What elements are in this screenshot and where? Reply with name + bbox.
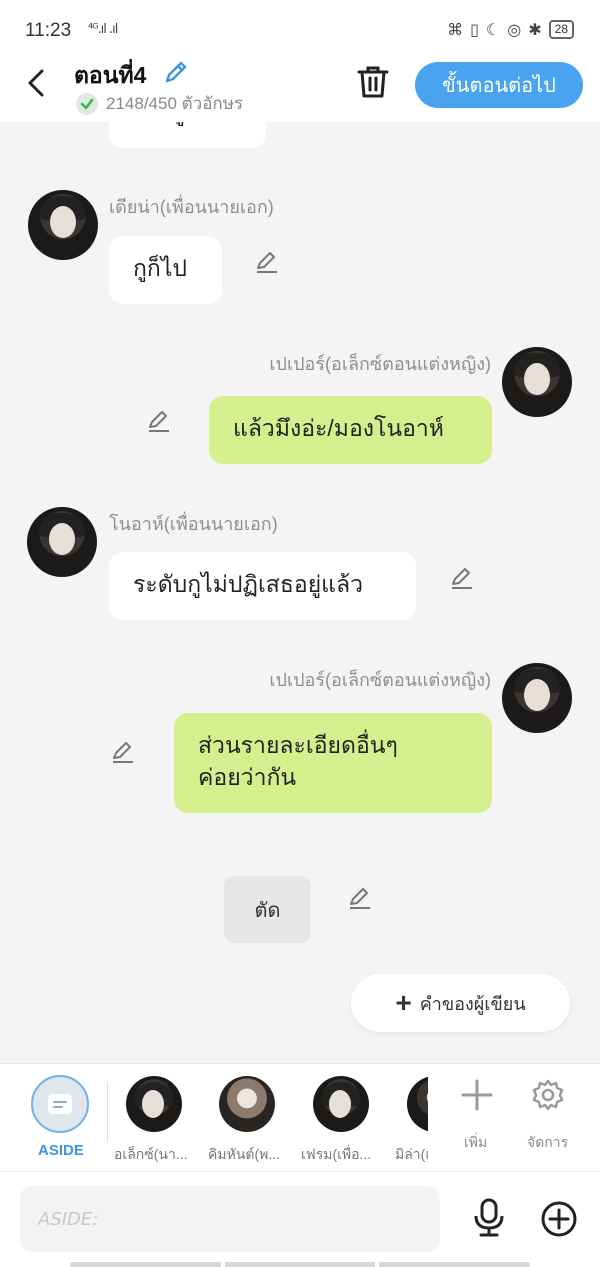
- edit-pencil-icon[interactable]: [110, 739, 136, 765]
- avatar[interactable]: [502, 347, 572, 417]
- message-bubble[interactable]: ส่วนรายละเอียดอื่นๆ ค่อยว่ากัน: [174, 713, 492, 813]
- edit-pencil-icon[interactable]: [146, 408, 172, 434]
- bluetooth-icon: ✱: [528, 20, 542, 39]
- aside-button[interactable]: [31, 1075, 89, 1133]
- aside-icon: [48, 1094, 72, 1114]
- lock-rotation-icon: ◎: [507, 20, 522, 39]
- character-name: คิมหันต์(พ...: [208, 1146, 281, 1162]
- avatar[interactable]: [27, 507, 97, 577]
- compose-bar: [0, 1171, 600, 1267]
- plus-icon: +: [395, 987, 412, 1018]
- signal-icon: ⁴ᴳ.ıl .ıl: [88, 22, 118, 37]
- check-icon: [76, 92, 98, 115]
- speaker-name: เปเปอร์(อเล็กซ์ตอนแต่งหญิง): [269, 354, 491, 374]
- status-icons: ⌘ ▯ ☾ ◎ ✱ 28: [447, 20, 574, 39]
- microphone-icon[interactable]: [470, 1198, 508, 1238]
- message-bubble[interactable]: กูก็ไป: [109, 236, 222, 304]
- character-name: มิล่า(เ: [395, 1146, 428, 1162]
- status-bar: 11:23 ⁴ᴳ.ıl .ıl ⌘ ▯ ☾ ◎ ✱ 28: [0, 0, 600, 56]
- message-bubble[interactable]: เชยดูแล้ว: [109, 122, 266, 148]
- chat-area: เชยดูแล้ว เดียน่า(เพื่อนนายเอก) กูก็ไป เ…: [0, 122, 600, 1062]
- character-selector: ASIDE อเล็กซ์(นา... คิมหันต์(พ... เฟรม(เ…: [0, 1063, 600, 1171]
- char-count-row: 2148/450 ตัวอักษร: [76, 90, 243, 117]
- author-note-label: คำของผู้เขียน: [419, 993, 526, 1014]
- add-author-note-button[interactable]: + คำของผู้เขียน: [351, 974, 570, 1032]
- game-icon: ⌘: [447, 20, 464, 39]
- character-avatar[interactable]: [313, 1076, 369, 1132]
- battery-icon: 28: [548, 20, 574, 39]
- speaker-name: โนอาห์(เพื่อนนายเอก): [109, 514, 278, 534]
- speaker-name: เดียน่า(เพื่อนนายเอก): [109, 197, 274, 217]
- next-step-button[interactable]: ขั้นตอนต่อไป: [415, 62, 583, 108]
- keyboard-hint-bar: [70, 1262, 531, 1267]
- add-circle-icon[interactable]: [540, 1200, 578, 1238]
- character-avatar[interactable]: [126, 1076, 182, 1132]
- edit-pencil-icon[interactable]: [449, 565, 475, 591]
- character-name: เฟรม(เพื่อ...: [301, 1146, 372, 1162]
- edit-pencil-icon[interactable]: [347, 885, 373, 911]
- char-count: 2148/450 ตัวอักษร: [106, 94, 244, 113]
- moon-icon: ☾: [485, 20, 501, 39]
- add-icon[interactable]: [460, 1078, 494, 1112]
- character-overflow: มิล่า(เ: [395, 1064, 428, 1172]
- character-avatar[interactable]: [219, 1076, 275, 1132]
- divider: [107, 1082, 108, 1142]
- character-avatar[interactable]: [407, 1076, 428, 1132]
- cut-scene-block[interactable]: ตัด: [224, 876, 311, 943]
- character-name: อเล็กซ์(นา...: [114, 1146, 188, 1162]
- message-input[interactable]: [20, 1186, 440, 1252]
- message-bubble[interactable]: ระดับกูไม่ปฏิเสธอยู่แล้ว: [109, 552, 416, 620]
- gear-icon[interactable]: [531, 1078, 565, 1112]
- edit-title-pencil-icon[interactable]: [162, 58, 190, 86]
- vibrate-icon: ▯: [470, 20, 479, 39]
- manage-label: จัดการ: [527, 1134, 569, 1150]
- avatar[interactable]: [28, 190, 98, 260]
- episode-title: ตอนที่4: [74, 62, 147, 88]
- editor-header: ตอนที่4 2148/450 ตัวอักษร ขั้นตอนต่อไป: [0, 56, 600, 122]
- back-arrow-icon[interactable]: [22, 66, 52, 100]
- avatar[interactable]: [502, 663, 572, 733]
- status-time: 11:23: [25, 20, 72, 41]
- trash-icon[interactable]: [356, 64, 390, 100]
- speaker-name: เปเปอร์(อเล็กซ์ตอนแต่งหญิง): [269, 670, 491, 690]
- edit-pencil-icon[interactable]: [254, 249, 280, 275]
- aside-label: ASIDE: [38, 1142, 84, 1159]
- add-label: เพิ่ม: [464, 1134, 488, 1150]
- message-bubble[interactable]: แล้วมึงอ่ะ/มองโนอาห์: [209, 396, 492, 464]
